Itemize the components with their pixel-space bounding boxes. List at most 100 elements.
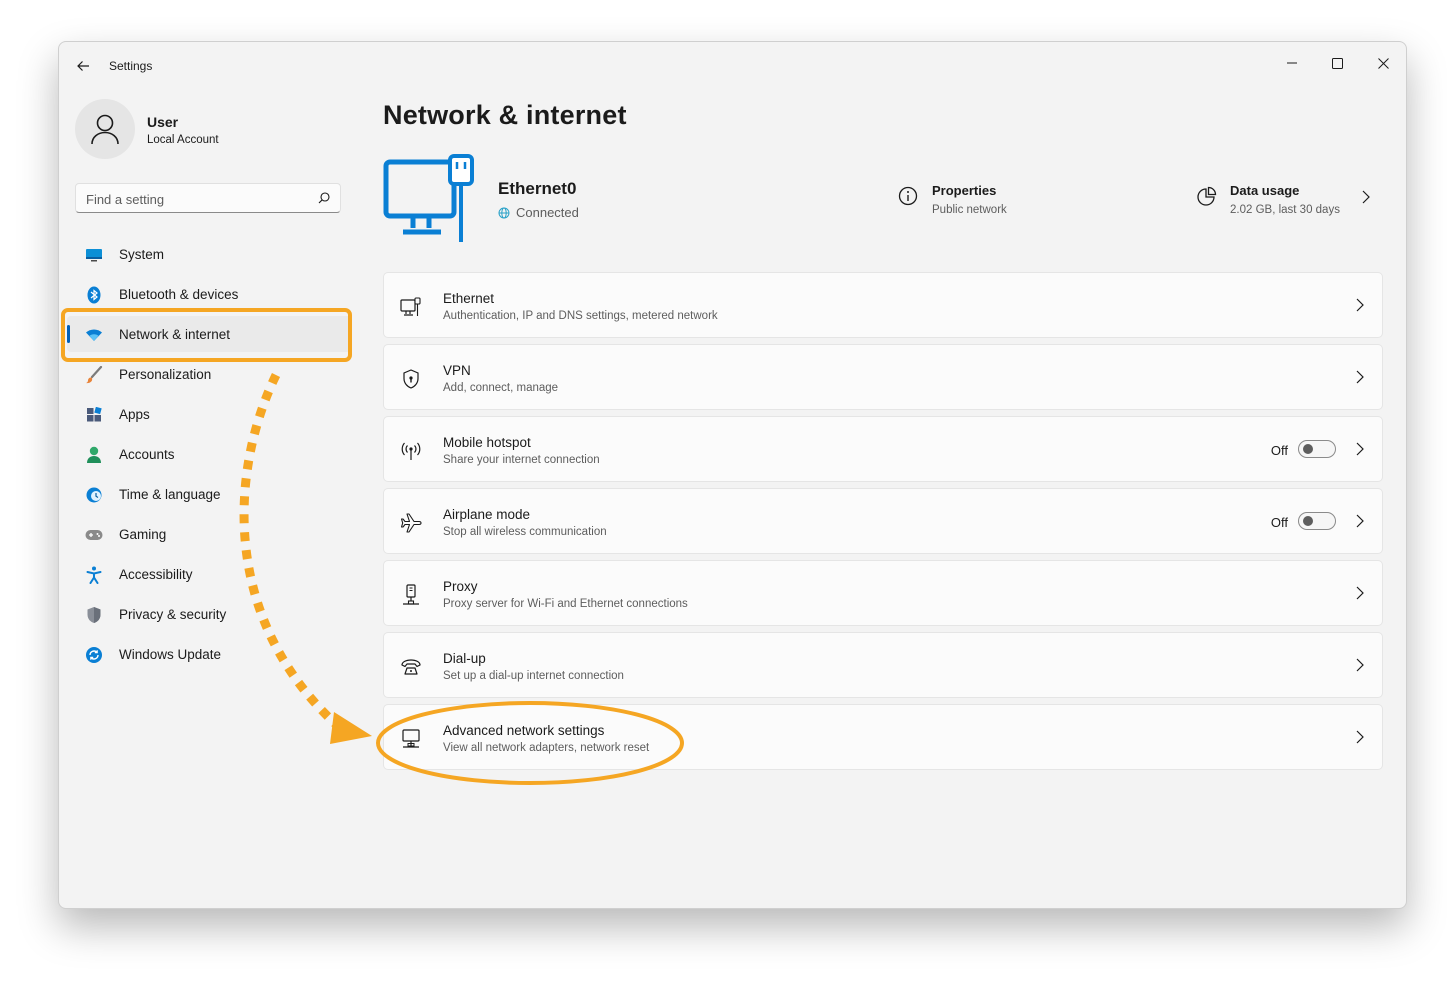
shield-icon	[85, 606, 103, 624]
sidebar-item-time-language[interactable]: Time & language	[67, 476, 351, 512]
settings-window: Settings User Local Account System	[58, 41, 1407, 909]
vpn-shield-icon	[400, 368, 422, 390]
data-usage-subtitle: 2.02 GB, last 30 days	[1230, 204, 1340, 216]
card-proxy[interactable]: Proxy Proxy server for Wi-Fi and Etherne…	[383, 560, 1383, 626]
arrow-left-icon	[77, 61, 89, 71]
globe-icon	[498, 207, 510, 218]
sidebar-item-personalization[interactable]: Personalization	[67, 356, 351, 392]
active-indicator	[67, 325, 70, 343]
card-title: VPN	[443, 363, 471, 378]
card-subtitle: Add, connect, manage	[443, 382, 559, 394]
chevron-right-icon	[1356, 586, 1364, 600]
card-subtitle: Authentication, IP and DNS settings, met…	[443, 310, 718, 322]
wifi-icon	[85, 326, 103, 344]
sidebar-item-label: Bluetooth & devices	[119, 287, 239, 302]
user-account-type: Local Account	[147, 134, 219, 146]
gamepad-icon	[85, 526, 103, 544]
card-title: Mobile hotspot	[443, 435, 531, 450]
toggle-state-label: Off	[1270, 515, 1288, 530]
update-icon	[85, 646, 103, 664]
search-box	[75, 183, 341, 214]
card-title: Proxy	[443, 579, 478, 594]
card-subtitle: Proxy server for Wi-Fi and Ethernet conn…	[443, 598, 688, 610]
page-title: Network & internet	[383, 100, 627, 130]
sidebar-item-bluetooth[interactable]: Bluetooth & devices	[67, 276, 351, 312]
ethernet-monitor-icon	[383, 154, 474, 242]
person-icon	[85, 446, 103, 464]
sidebar-nav: System Bluetooth & devices Network & int…	[67, 236, 351, 676]
search-input[interactable]	[76, 184, 318, 214]
properties-title: Properties	[932, 183, 997, 198]
card-subtitle: Set up a dial-up internet connection	[443, 670, 624, 682]
sidebar-item-apps[interactable]: Apps	[67, 396, 351, 432]
sidebar-item-label: Apps	[119, 407, 150, 422]
card-ethernet[interactable]: Ethernet Authentication, IP and DNS sett…	[383, 272, 1383, 338]
dial-up-icon	[400, 656, 422, 678]
card-title: Dial-up	[443, 651, 486, 666]
chevron-right-icon	[1356, 658, 1364, 672]
apps-icon	[85, 406, 103, 424]
airplane-mode-toggle[interactable]	[1298, 512, 1336, 530]
chevron-right-icon	[1356, 442, 1364, 456]
maximize-icon	[1331, 57, 1343, 69]
pie-chart-icon	[1197, 186, 1217, 206]
airplane-icon	[400, 512, 422, 534]
close-button[interactable]	[1360, 48, 1406, 78]
sidebar-item-label: Gaming	[119, 527, 167, 542]
card-title: Ethernet	[443, 291, 495, 306]
connection-status: Connected	[498, 205, 579, 220]
sidebar-item-network[interactable]: Network & internet	[67, 316, 351, 352]
info-icon	[898, 186, 918, 206]
sidebar-item-label: Privacy & security	[119, 607, 227, 622]
toggle-knob	[1303, 444, 1313, 454]
maximize-button[interactable]	[1314, 48, 1360, 78]
data-usage-title: Data usage	[1230, 183, 1300, 198]
card-vpn[interactable]: VPN Add, connect, manage	[383, 344, 1383, 410]
accessibility-icon	[85, 566, 103, 584]
sidebar-item-label: System	[119, 247, 165, 262]
back-button[interactable]	[71, 54, 95, 78]
chevron-right-icon	[1356, 730, 1364, 744]
hotspot-icon	[400, 440, 422, 462]
sidebar-item-privacy-security[interactable]: Privacy & security	[67, 596, 351, 632]
sidebar-item-system[interactable]: System	[67, 236, 351, 272]
settings-cards: Ethernet Authentication, IP and DNS sett…	[383, 272, 1383, 776]
minimize-button[interactable]	[1269, 48, 1315, 78]
search-icon[interactable]	[318, 192, 330, 204]
card-title: Advanced network settings	[443, 723, 605, 738]
close-icon	[1377, 57, 1389, 69]
card-subtitle: Stop all wireless communication	[443, 526, 607, 538]
card-subtitle: Share your internet connection	[443, 454, 600, 466]
monitor-icon	[85, 246, 103, 264]
sidebar-item-accessibility[interactable]: Accessibility	[67, 556, 351, 592]
sidebar-item-accounts[interactable]: Accounts	[67, 436, 351, 472]
card-dial-up[interactable]: Dial-up Set up a dial-up internet connec…	[383, 632, 1383, 698]
paintbrush-icon	[85, 366, 103, 384]
chevron-right-icon	[1356, 514, 1364, 528]
title-bar: Settings	[59, 42, 1406, 90]
card-advanced-network-settings[interactable]: Advanced network settings View all netwo…	[383, 704, 1383, 770]
bluetooth-icon	[85, 286, 103, 304]
sidebar-item-windows-update[interactable]: Windows Update	[67, 636, 351, 672]
network-monitor-icon	[400, 728, 422, 750]
connection-name: Ethernet0	[498, 179, 577, 198]
sidebar-item-label: Time & language	[119, 487, 221, 502]
app-title: Settings	[109, 59, 153, 73]
sidebar-item-label: Windows Update	[119, 647, 222, 662]
avatar[interactable]	[75, 99, 135, 159]
card-mobile-hotspot[interactable]: Mobile hotspot Share your internet conne…	[383, 416, 1383, 482]
connection-status-text: Connected	[516, 205, 579, 220]
sidebar-item-label: Accessibility	[119, 567, 193, 582]
mobile-hotspot-toggle[interactable]	[1298, 440, 1336, 458]
card-airplane-mode[interactable]: Airplane mode Stop all wireless communic…	[383, 488, 1383, 554]
user-name: User	[147, 114, 179, 130]
minimize-icon	[1287, 62, 1297, 64]
connection-summary: Ethernet0 Connected Properties Public ne…	[383, 152, 1383, 252]
chevron-right-icon	[1362, 190, 1370, 204]
toggle-state-label: Off	[1270, 443, 1288, 458]
chevron-right-icon	[1356, 370, 1364, 384]
sidebar-item-gaming[interactable]: Gaming	[67, 516, 351, 552]
sidebar-item-label: Personalization	[119, 367, 212, 382]
card-subtitle: View all network adapters, network reset	[443, 742, 650, 754]
globe-clock-icon	[85, 486, 103, 504]
